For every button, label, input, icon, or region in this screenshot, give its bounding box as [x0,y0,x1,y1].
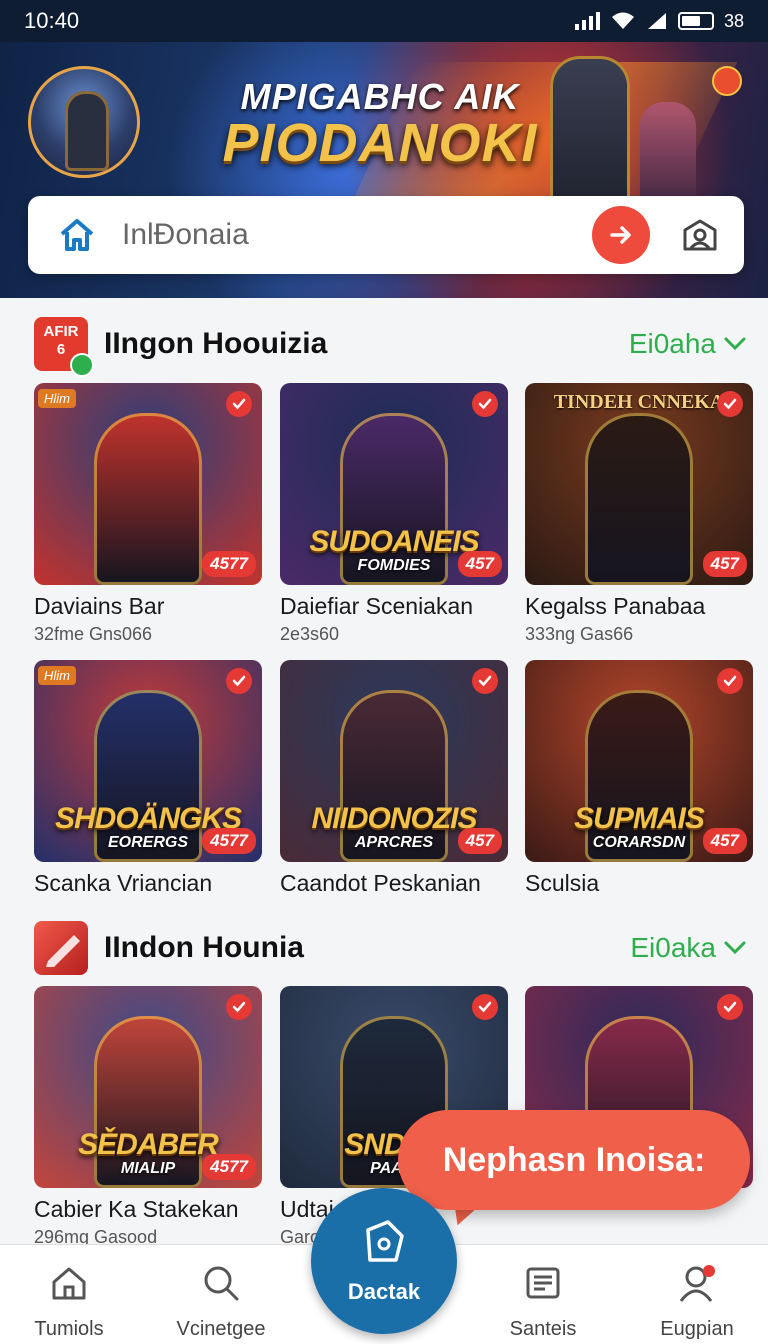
see-all-label: Ei0aha [628,328,716,359]
status-icons: 38 [574,10,744,32]
chevron-down-icon [724,337,746,351]
hero-title-line2: PIODANOKI [222,113,538,173]
game-card[interactable]: SUPMAIS CORARSDN 457 Sculsia [525,660,753,897]
game-title: Kegalss Panabaa [525,593,706,619]
game-thumbnail[interactable]: NIIDONOZIS APRCRES 457 [280,660,508,862]
corner-tag: Hlim [38,666,76,685]
search-bar [28,196,744,274]
game-card[interactable]: SĚDABER MIALIP 4577 Cabier Ka Stakekan 296mg… [34,986,262,1248]
check-icon [226,668,252,694]
center-action-button[interactable]: Dactak [311,1188,457,1334]
game-title: Scanka Vriancian [34,870,213,896]
search-input[interactable] [122,218,592,252]
game-title: Daiefiar Sceniakan [280,593,474,619]
nav-item-search[interactable]: Vcinetgee [146,1263,296,1341]
search-go-button[interactable] [592,206,650,264]
game-thumbnail[interactable]: TINDEH CNNEKA 457 [525,383,753,585]
character-art [94,413,202,585]
game-card[interactable]: TINDEH CNNEKA 457 Kegalss Panabaa 333ng Gas… [525,383,753,645]
game-title: Cabier Ka Stakekan [34,1196,239,1222]
nav-label: Santeis [509,1318,577,1340]
check-icon [226,391,252,417]
section-badge-icon: AFIR 6 [34,317,94,377]
check-icon [717,391,743,417]
rating-badge: 4577 [202,828,256,854]
see-all-link[interactable]: Ei0aha [629,328,746,360]
nav-label: Vcinetgee [176,1318,266,1340]
game-title: Sculsia [525,870,600,896]
game-card[interactable]: SUDOANEIS FOMDIES 457 Daiefiar Sceniakan 2e3… [280,383,508,645]
game-card[interactable]: Hlim 4577 Daviains Bar 32fme Gns066 [34,383,262,645]
chevron-down-icon [724,941,746,955]
battery-icon [677,12,714,30]
game-thumbnail[interactable]: SUPMAIS CORARSDN 457 [525,660,753,862]
tooltip-text: Nephasn Inoisa: [442,1140,706,1179]
game-subtitle: 2e3s60 [280,624,340,644]
corner-tag: Hlim [38,389,76,408]
game-subtitle: 333ng Gas66 [525,624,634,644]
cell-signal-icon [647,13,666,29]
user-icon [679,1265,715,1302]
check-icon [472,391,498,417]
game-title: Caandot Peskanian [280,870,481,896]
rating-badge: 457 [702,551,747,577]
see-all-link[interactable]: Ei0aka [630,932,746,964]
game-thumbnail[interactable]: SĚDABER MIALIP 4577 [34,986,262,1188]
rating-badge: 457 [702,828,747,854]
pencil-icon [46,935,80,967]
status-bar: 10:40 38 [0,0,768,42]
account-box-icon [683,219,717,251]
check-icon [717,668,743,694]
game-thumbnail[interactable]: SUDOANEIS FOMDIES 457 [280,383,508,585]
section-title: IIndon Hounia [104,931,304,964]
status-time: 10:40 [24,8,80,33]
game-card[interactable]: Hlim SHDOÄNGKS EORERGS 4577 Scanka Vriancian [34,660,262,897]
rating-badge: 4577 [202,551,256,577]
arrow-right-icon [610,226,631,244]
check-icon [472,994,498,1020]
search-icon [204,1266,239,1301]
see-all-label: Ei0aka [630,932,716,963]
verified-icon [70,353,94,377]
nav-label: Eugpian [660,1318,734,1340]
rating-badge: 4577 [202,1154,256,1180]
hero-badge-icon [712,66,742,96]
game-thumbnail[interactable]: Hlim SHDOÄNGKS EORERGS 4577 [34,660,262,862]
hero-title: MPIGABHC AIK PIODANOKI [200,76,560,174]
center-action-label: Dactak [347,1279,421,1304]
bag-icon [366,1220,404,1262]
nav-item-list[interactable]: Santeis [468,1263,618,1341]
home-icon[interactable] [58,217,96,253]
rating-badge: 457 [457,828,502,854]
wifi-icon [611,12,634,29]
rating-badge: 457 [457,551,502,577]
nav-item-profile[interactable]: Eugpian [622,1263,768,1341]
battery-level: 38 [723,10,744,31]
game-subtitle: 32fme Gns066 [34,624,153,644]
check-icon [717,994,743,1020]
home-icon [52,1267,86,1300]
game-title: Daviains Bar [34,593,165,619]
list-icon [526,1267,560,1299]
hero-warrior-art [550,56,630,206]
hero-avatar[interactable] [28,66,140,178]
section-title: IIngon Hoouizia [104,327,328,360]
nav-item-home[interactable]: Tumiols [0,1263,144,1341]
signal-icon [574,12,600,30]
account-button[interactable] [680,215,720,255]
section-app-icon [34,921,88,975]
nav-label: Tumiols [34,1318,104,1340]
check-icon [226,994,252,1020]
section-header-1: AFIR 6 IIngon Hoouizia Ei0aha [34,316,746,377]
game-card[interactable]: NIIDONOZIS APRCRES 457 Caandot Peskanian [280,660,508,897]
section-header-2: IIndon Hounia Ei0aka [34,920,746,976]
character-art [585,413,693,585]
game-thumbnail[interactable]: Hlim 4577 [34,383,262,585]
check-icon [472,668,498,694]
